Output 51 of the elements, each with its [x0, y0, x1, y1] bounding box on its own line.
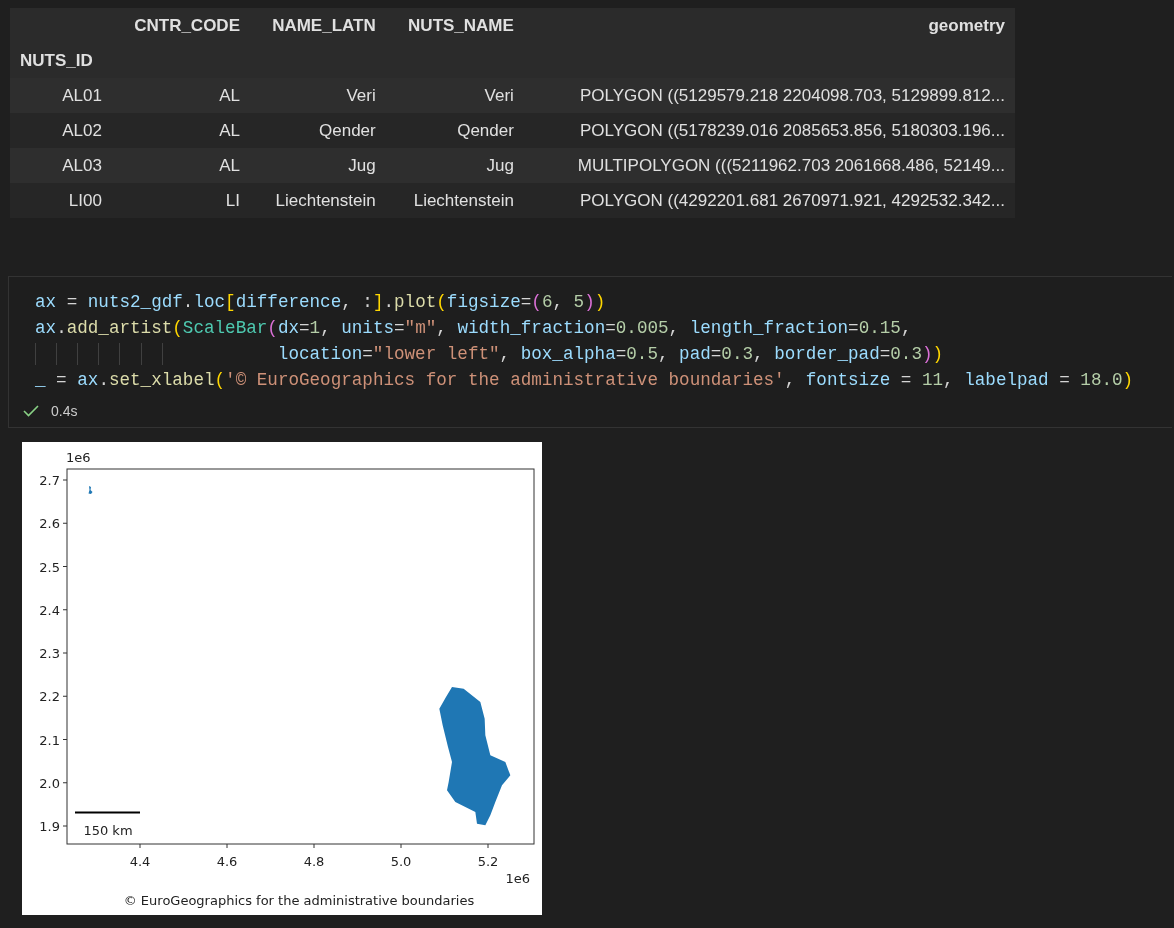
table-cell: AL [111, 148, 250, 183]
table-cell: POLYGON ((5129579.218 2204098.703, 5129899.812... [523, 78, 1015, 113]
row-index: AL02 [10, 113, 112, 148]
axis-offset: 1e6 [505, 871, 530, 886]
x-tick-label: 4.8 [303, 854, 325, 869]
row-index: AL03 [10, 148, 112, 183]
check-icon [23, 405, 39, 417]
table-cell: POLYGON ((5178239.016 2085653.856, 5180303.196... [523, 113, 1015, 148]
y-tick-label: 2.3 [39, 646, 60, 661]
table-cell: Veri [385, 78, 524, 113]
x-axis-label: © EuroGeographics for the administrative boundaries [123, 893, 475, 908]
y-tick-label: 2.1 [39, 732, 60, 748]
table-cell: LI [111, 183, 250, 218]
table-cell: AL [111, 78, 250, 113]
table-cell: POLYGON ((4292201.681 2670971.921, 4292532.342... [523, 183, 1015, 218]
y-tick-label: 2.6 [39, 516, 60, 532]
x-tick-label: 5.2 [477, 854, 499, 869]
table-cell: Liechtenstein [385, 183, 524, 218]
x-tick-label: 4.4 [129, 854, 151, 869]
table-cell: Jug [250, 148, 386, 183]
table-cell: AL [111, 113, 250, 148]
column-header: NUTS_NAME [385, 8, 524, 43]
y-tick-label: 2.0 [39, 775, 60, 791]
table-cell: Qender [385, 113, 524, 148]
table-cell: Jug [385, 148, 524, 183]
y-tick-label: 1.9 [39, 819, 60, 834]
code-line: location="lower left", box_alpha=0.5, pad=0.3, border_pad=0.3)) [35, 341, 1172, 367]
code-line: ax = nuts2_gdf.loc[difference, :].plot(figsize=(6, 5)) [35, 291, 607, 314]
row-index: LI00 [10, 183, 112, 218]
y-tick-label: 2.4 [39, 602, 60, 618]
column-header: NAME_LATN [250, 8, 386, 43]
region-shape [88, 486, 93, 494]
code-line: ax.add_artist(ScaleBar(dx=1, units="m", width_fraction=0.005, length_fraction=0.15, [35, 317, 913, 340]
code-line: _ = ax.set_xlabel('© EuroGeographics for the administrative boundaries', fontsize = 11, labelpad = 18.0) [35, 369, 1135, 392]
axis-offset: 1e6 [66, 450, 91, 465]
column-header: geometry [523, 8, 1015, 43]
x-tick-label: 5.0 [390, 854, 412, 869]
execution-time: 0.4s [51, 403, 78, 419]
table-cell: Liechtenstein [250, 183, 386, 218]
table-cell: Veri [250, 78, 386, 113]
scale-label: 150 km [83, 823, 133, 838]
y-tick-label: 2.5 [39, 559, 60, 575]
table-cell: MULTIPOLYGON (((5211962.703 2061668.486, 52149... [523, 148, 1015, 183]
column-header: CNTR_CODE [111, 8, 250, 43]
index-header: NUTS_ID [10, 43, 112, 78]
scale-bar [74, 811, 141, 814]
y-tick-label: 2.2 [39, 689, 60, 705]
table-cell: Qender [250, 113, 386, 148]
y-tick-label: 2.7 [39, 473, 60, 488]
row-index: AL01 [10, 78, 112, 113]
x-tick-label: 4.6 [216, 854, 238, 869]
